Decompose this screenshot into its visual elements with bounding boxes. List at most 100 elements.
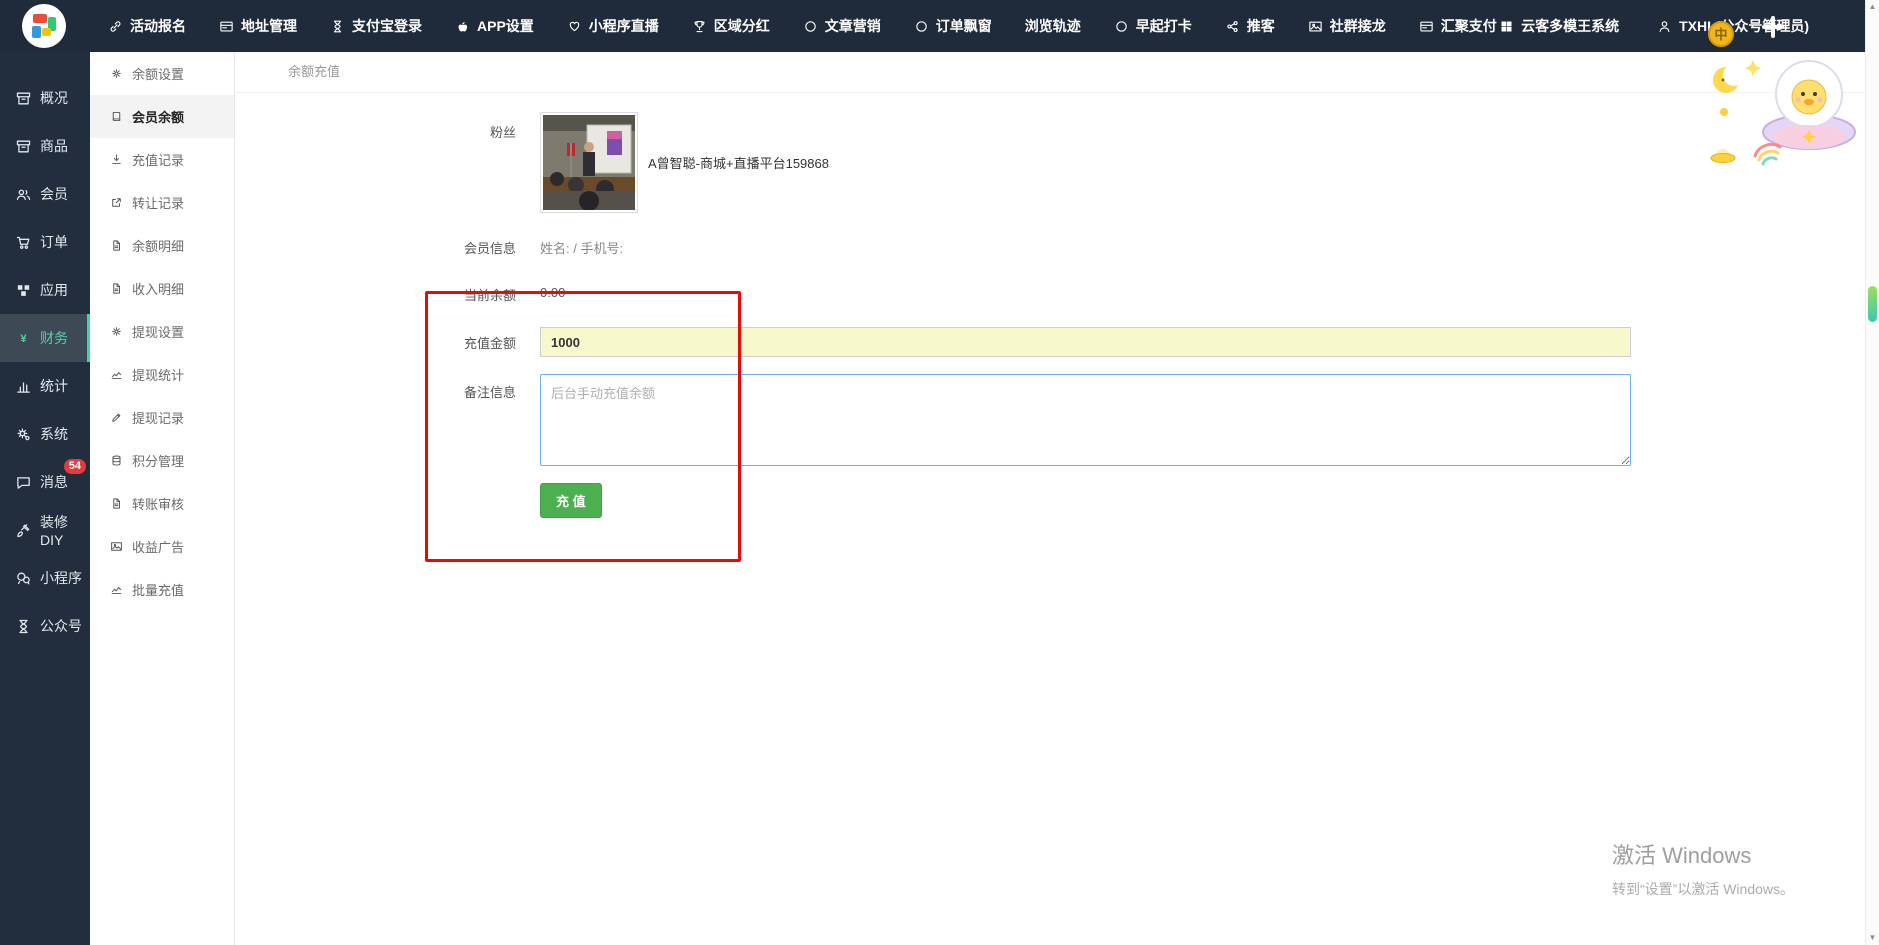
- submenu-item[interactable]: 会员余额: [90, 95, 234, 138]
- topnav-item[interactable]: 支付宝登录: [330, 16, 422, 36]
- sidebar-item-label: 订单: [40, 232, 68, 252]
- fan-photo: [543, 115, 635, 210]
- submenu-item[interactable]: 批量充值: [90, 568, 234, 611]
- sidebar-item[interactable]: 公众号: [0, 602, 90, 650]
- topnav-item-label: 支付宝登录: [352, 16, 422, 36]
- remark-label: 备注信息: [236, 374, 516, 466]
- message-count-badge: 54: [64, 459, 86, 474]
- member-info-row: 会员信息 姓名: / 手机号:: [236, 238, 1879, 257]
- submenu-item-label: 余额明细: [132, 236, 184, 255]
- topnav-item-label: 订单飘窗: [936, 16, 992, 36]
- recharge-button[interactable]: 充 值: [540, 483, 602, 518]
- user-icon: [1657, 19, 1672, 34]
- remark-row: 备注信息: [236, 374, 1879, 466]
- scrollbar-up-arrow[interactable]: ▲: [1866, 0, 1879, 14]
- submenu-item[interactable]: 提现设置: [90, 310, 234, 353]
- recharge-amount-row: 充值金额: [236, 327, 1879, 357]
- sidebar: 概况 商品 会员 订单 应用 ¥ 财务 统计 系统: [0, 52, 90, 945]
- topnav-item[interactable]: 地址管理: [219, 16, 297, 36]
- fan-avatar: [540, 112, 638, 213]
- share-icon: [1225, 19, 1240, 34]
- pencil-icon: [110, 411, 123, 424]
- topbar-right-item-label: 云客多模王系统: [1521, 16, 1619, 36]
- topnav-item-label: 汇聚支付: [1441, 16, 1497, 36]
- sidebar-item[interactable]: 统计: [0, 362, 90, 410]
- sidebar-item[interactable]: 商品: [0, 122, 90, 170]
- submenu-item[interactable]: 余额设置: [90, 52, 234, 95]
- sidebar-item-label: 财务: [40, 328, 68, 348]
- sidebar-item[interactable]: 小程序: [0, 554, 90, 602]
- submenu-item[interactable]: 转让记录: [90, 181, 234, 224]
- wechat-icon: [15, 570, 32, 587]
- topbar-nav: 活动报名 地址管理 支付宝登录 APP设置 小程序直播 区域分红 文章营销: [108, 16, 1497, 36]
- scrollbar[interactable]: ▲ ▼: [1865, 0, 1879, 945]
- topnav-item[interactable]: 文章营销: [803, 16, 881, 36]
- svg-text:¥: ¥: [20, 333, 27, 345]
- topnav-item[interactable]: APP设置: [455, 16, 534, 36]
- topnav-item[interactable]: 汇聚支付: [1419, 16, 1497, 36]
- sidebar-item[interactable]: 会员: [0, 170, 90, 218]
- submenu-item[interactable]: 积分管理: [90, 439, 234, 482]
- sidebar-item[interactable]: 系统: [0, 410, 90, 458]
- sidebar-item[interactable]: 订单: [0, 218, 90, 266]
- submenu-item[interactable]: 提现统计: [90, 353, 234, 396]
- sidebar-item-label: 概况: [40, 88, 68, 108]
- circle-icon: [914, 19, 929, 34]
- chart-icon: [15, 378, 32, 395]
- sidebar-item[interactable]: 应用: [0, 266, 90, 314]
- external-icon: [110, 196, 123, 209]
- image-icon: [1308, 19, 1323, 34]
- submenu-item-label: 批量充值: [132, 580, 184, 599]
- submenu-item[interactable]: 余额明细: [90, 224, 234, 267]
- topnav-item[interactable]: 活动报名: [108, 16, 186, 36]
- submenu-item-label: 提现统计: [132, 365, 184, 384]
- download-icon: [110, 153, 123, 166]
- topnav-item-label: 小程序直播: [589, 16, 659, 36]
- submenu-item-label: 收入明细: [132, 279, 184, 298]
- topnav-item[interactable]: 订单飘窗: [914, 16, 992, 36]
- sidebar-item[interactable]: ¥ 财务: [0, 314, 90, 362]
- submenu-item[interactable]: 充值记录: [90, 138, 234, 181]
- hourglass-icon: [330, 19, 345, 34]
- file-icon: [110, 239, 123, 252]
- submenu-item[interactable]: 转账审核: [90, 482, 234, 525]
- submit-row: 充 值: [236, 483, 1879, 518]
- topnav-item[interactable]: 区域分红: [692, 16, 770, 36]
- sidebar-item[interactable]: 装修DIY: [0, 506, 90, 554]
- current-balance-label: 当前余额: [236, 285, 516, 304]
- image-icon: [110, 540, 123, 553]
- link-icon: [108, 19, 123, 34]
- sidebar-item[interactable]: 概况: [0, 74, 90, 122]
- topnav-item[interactable]: 社群接龙: [1308, 16, 1386, 36]
- submenu-item[interactable]: 提现记录: [90, 396, 234, 439]
- app-logo[interactable]: [22, 4, 66, 48]
- scrollbar-down-arrow[interactable]: ▼: [1866, 931, 1879, 945]
- cubes-icon: [15, 282, 32, 299]
- remark-textarea[interactable]: [540, 374, 1631, 466]
- linechart-icon: [110, 368, 123, 381]
- topnav-item[interactable]: 小程序直播: [567, 16, 659, 36]
- topbar-right-item[interactable]: TXHL(公众号管理员): [1657, 16, 1809, 36]
- submenu-item[interactable]: 收入明细: [90, 267, 234, 310]
- submenu-item-label: 积分管理: [132, 451, 184, 470]
- topnav-item-label: 早起打卡: [1136, 16, 1192, 36]
- circle-icon: [803, 19, 818, 34]
- topbar-right-item[interactable]: 云客多模王系统: [1499, 16, 1619, 36]
- recharge-amount-input[interactable]: [540, 327, 1631, 357]
- fan-name: A曾智聪-商城+直播平台159868: [648, 153, 829, 172]
- yen-icon: ¥: [15, 330, 32, 347]
- submenu-item[interactable]: 收益广告: [90, 525, 234, 568]
- submenu-item-label: 转账审核: [132, 494, 184, 513]
- grid-icon: [1499, 19, 1514, 34]
- topnav-item-label: 活动报名: [130, 16, 186, 36]
- topnav-item[interactable]: 推客: [1225, 16, 1275, 36]
- card-icon: [219, 19, 234, 34]
- sidebar-item[interactable]: 消息 54: [0, 458, 90, 506]
- topnav-item[interactable]: 浏览轨迹: [1025, 16, 1081, 36]
- topnav-item[interactable]: 早起打卡: [1114, 16, 1192, 36]
- scrollbar-thumb[interactable]: [1868, 286, 1877, 322]
- sidebar-item-label: 消息: [40, 472, 68, 492]
- fan-label: 粉丝: [236, 112, 516, 213]
- logo-icon: [32, 14, 56, 38]
- topnav-item-label: 区域分红: [714, 16, 770, 36]
